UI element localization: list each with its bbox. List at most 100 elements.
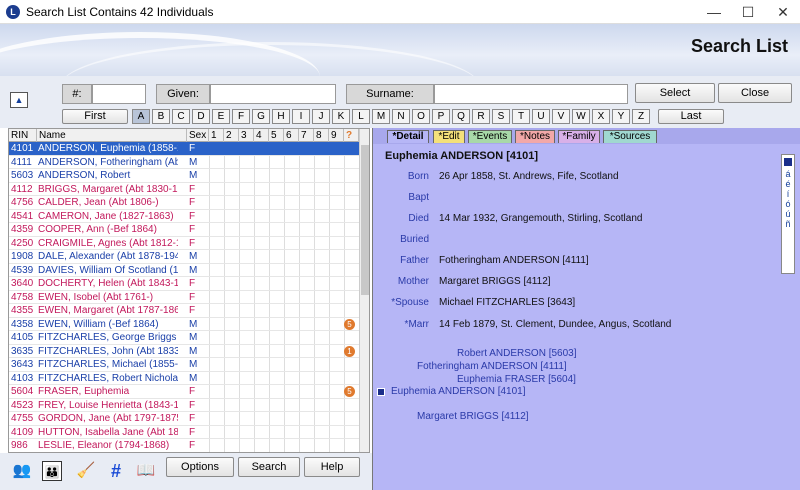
table-row[interactable]: 4250 CRAIGMILE, Agnes (Abt 1812-1 F <box>9 237 359 250</box>
close-window-icon[interactable]: ✕ <box>766 0 800 24</box>
tab-sources[interactable]: *Sources <box>603 130 657 143</box>
table-row[interactable]: 3640 DOCHERTY, Helen (Abt 1843-1 F <box>9 277 359 291</box>
letter-button[interactable]: N <box>392 109 410 124</box>
last-button[interactable]: Last <box>658 109 724 124</box>
header-sex[interactable]: Sex <box>187 129 209 142</box>
family-member[interactable]: Euphemia ANDERSON [4101] <box>391 386 526 397</box>
header-name[interactable]: Name <box>37 129 187 142</box>
given-input[interactable] <box>210 84 336 104</box>
family-member[interactable]: Robert ANDERSON [5603] <box>457 348 577 359</box>
field-value[interactable]: Fotheringham ANDERSON [4111] <box>439 255 589 266</box>
family-member[interactable]: Margaret BRIGGS [4112] <box>417 411 529 422</box>
table-row[interactable]: 3635 FITZCHARLES, John (Abt 1833 M 1 <box>9 345 359 358</box>
header-col[interactable]: 8 <box>314 129 329 142</box>
letter-button[interactable]: K <box>332 109 350 124</box>
scrollbar-thumb[interactable] <box>361 145 369 295</box>
letter-button[interactable]: V <box>552 109 570 124</box>
table-row[interactable]: 4105 FITZCHARLES, George Briggs M <box>9 331 359 345</box>
letter-button[interactable]: T <box>512 109 530 124</box>
table-row[interactable]: 4541 CAMERON, Jane (1827-1863) F <box>9 210 359 223</box>
letter-button[interactable]: J <box>312 109 330 124</box>
header-col[interactable]: 7 <box>299 129 314 142</box>
options-button[interactable]: Options <box>166 457 234 477</box>
accent-char[interactable]: ñ <box>782 219 794 229</box>
table-row[interactable]: 5604 FRASER, Euphemia F 5 <box>9 385 359 399</box>
table-row[interactable]: 4358 EWEN, William (-Bef 1864) M 5 <box>9 318 359 331</box>
letter-button[interactable]: D <box>192 109 210 124</box>
tab-family[interactable]: *Family <box>558 130 600 143</box>
field-value[interactable]: Margaret BRIGGS [4112] <box>439 276 551 287</box>
table-row[interactable]: 4523 FREY, Louise Henrietta (1843-1 F <box>9 399 359 412</box>
header-col[interactable]: 6 <box>284 129 299 142</box>
letter-button[interactable]: H <box>272 109 290 124</box>
search-button[interactable]: Search <box>238 457 300 477</box>
family-icon[interactable]: 👪 <box>42 461 62 481</box>
letter-button[interactable]: B <box>152 109 170 124</box>
letter-button[interactable]: X <box>592 109 610 124</box>
list-scrollbar[interactable] <box>359 129 369 452</box>
letter-button[interactable]: U <box>532 109 550 124</box>
letter-button[interactable]: Y <box>612 109 630 124</box>
header-rin[interactable]: RIN <box>9 129 37 142</box>
table-row[interactable]: 4355 EWEN, Margaret (Abt 1787-186 F <box>9 304 359 318</box>
letter-button[interactable]: Z <box>632 109 650 124</box>
header-col[interactable]: 4 <box>254 129 269 142</box>
letter-button[interactable]: L <box>352 109 370 124</box>
table-row[interactable]: 4359 COOPER, Ann (-Bef 1864) F <box>9 223 359 237</box>
family-member[interactable]: Euphemia FRASER [5604] <box>457 374 576 385</box>
book-icon[interactable]: 📖 <box>136 461 156 481</box>
accent-char[interactable]: ú <box>782 209 794 219</box>
table-row[interactable]: 4111 ANDERSON, Fotheringham (Ab M <box>9 156 359 169</box>
letter-button[interactable]: A <box>132 109 150 124</box>
header-question[interactable]: ? <box>344 129 359 142</box>
individuals-list[interactable]: RIN Name Sex 1 2 3 4 5 6 7 8 9 ? 4101 AND… <box>8 128 370 453</box>
table-row[interactable]: 1908 DALE, Alexander (Abt 1878-194 M <box>9 250 359 264</box>
table-row[interactable]: 4756 CALDER, Jean (Abt 1806-) F <box>9 196 359 210</box>
letter-button[interactable]: P <box>432 109 450 124</box>
accent-char[interactable]: á <box>782 169 794 179</box>
table-row[interactable]: 4109 HUTTON, Isabella Jane (Abt 186 F <box>9 426 359 439</box>
letter-button[interactable]: R <box>472 109 490 124</box>
table-row[interactable]: 986 LESLIE, Eleanor (1794-1868) F <box>9 439 359 452</box>
table-row[interactable]: 4101 ANDERSON, Euphemia (1858-1 F <box>9 142 359 156</box>
header-col[interactable]: 5 <box>269 129 284 142</box>
tab-notes[interactable]: *Notes <box>515 130 555 143</box>
family-member[interactable]: Fotheringham ANDERSON [4111] <box>417 361 567 372</box>
surname-input[interactable] <box>434 84 628 104</box>
hash-icon[interactable]: # <box>106 461 126 481</box>
minimize-icon[interactable]: — <box>697 0 731 24</box>
header-col[interactable]: 1 <box>209 129 224 142</box>
letter-button[interactable]: M <box>372 109 390 124</box>
accent-char[interactable]: é <box>782 179 794 189</box>
first-button[interactable]: First <box>62 109 128 124</box>
select-button[interactable]: Select <box>635 83 715 103</box>
accent-char[interactable]: í <box>782 189 794 199</box>
letter-button[interactable]: W <box>572 109 590 124</box>
table-row[interactable]: 3643 FITZCHARLES, Michael (1855-1 M <box>9 358 359 372</box>
scroll-up-button[interactable]: ▲ <box>10 92 28 108</box>
accent-char[interactable]: ó <box>782 199 794 209</box>
rin-input[interactable] <box>92 84 146 104</box>
tab-edit[interactable]: *Edit <box>433 130 465 143</box>
letter-button[interactable]: Q <box>452 109 470 124</box>
table-row[interactable]: 4755 GORDON, Jane (Abt 1797-1875 F <box>9 412 359 426</box>
help-button[interactable]: Help <box>304 457 360 477</box>
letter-button[interactable]: E <box>212 109 230 124</box>
letter-button[interactable]: G <box>252 109 270 124</box>
table-row[interactable]: 5603 ANDERSON, Robert M <box>9 169 359 183</box>
table-row[interactable]: 4539 DAVIES, William Of Scotland (1 M <box>9 264 359 277</box>
table-row[interactable]: 4103 FITZCHARLES, Robert Nicholas M <box>9 372 359 385</box>
people-icon[interactable]: 👥 <box>12 461 32 481</box>
tab-events[interactable]: *Events <box>468 130 512 143</box>
letter-button[interactable]: I <box>292 109 310 124</box>
maximize-icon[interactable]: ☐ <box>731 0 765 24</box>
letter-button[interactable]: O <box>412 109 430 124</box>
table-row[interactable]: 4112 BRIGGS, Margaret (Abt 1830-1 F <box>9 183 359 196</box>
close-button[interactable]: Close <box>718 83 792 103</box>
table-row[interactable]: 4758 EWEN, Isobel (Abt 1761-) F <box>9 291 359 304</box>
field-value[interactable]: Michael FITZCHARLES [3643] <box>439 297 575 308</box>
letter-button[interactable]: C <box>172 109 190 124</box>
broom-icon[interactable]: 🧹 <box>76 461 96 481</box>
header-col[interactable]: 2 <box>224 129 239 142</box>
header-col[interactable]: 9 <box>329 129 344 142</box>
